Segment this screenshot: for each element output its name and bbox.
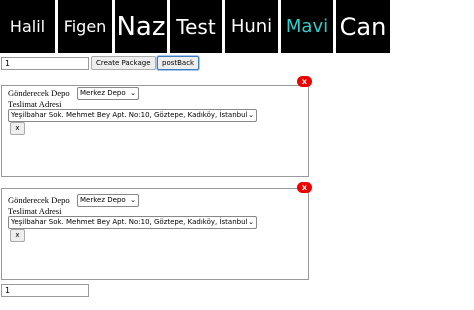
tab-label: Halil: [9, 16, 46, 36]
remove-address-button[interactable]: x: [10, 229, 25, 242]
tab-huni[interactable]: Huni: [225, 0, 278, 53]
tab-label: Figen: [63, 16, 107, 36]
depot-select[interactable]: Merkez Depo ⌄: [77, 194, 139, 207]
postback-button[interactable]: postBack: [157, 56, 200, 70]
footer-input[interactable]: 1: [1, 284, 89, 297]
address-label: Teslimat Adresi: [8, 99, 62, 109]
address-select[interactable]: Yeşilbahar Sok. Mehmet Bey Apt. No:10, G…: [8, 109, 257, 122]
tab-label: Huni: [230, 15, 273, 37]
tab-test[interactable]: Test: [170, 0, 222, 53]
depot-select-value: Merkez Depo: [80, 196, 126, 204]
chevron-down-icon: ⌄: [248, 218, 254, 226]
tab-naz[interactable]: Naz: [115, 0, 167, 53]
tab-label: Naz: [116, 11, 166, 42]
address-select-value: Yeşilbahar Sok. Mehmet Bey Apt. No:10, G…: [11, 111, 248, 119]
address-select[interactable]: Yeşilbahar Sok. Mehmet Bey Apt. No:10, G…: [8, 216, 257, 229]
package-panel: Gönderecek Depo Merkez Depo ⌄ Teslimat A…: [1, 85, 309, 177]
address-label: Teslimat Adresi: [8, 206, 62, 216]
tab-label: Can: [339, 12, 387, 41]
tab-bar: Halil Figen Naz Test Huni Mavi Can: [0, 0, 393, 53]
tab-figen[interactable]: Figen: [58, 0, 112, 53]
depot-label: Gönderecek Depo: [8, 88, 70, 98]
create-package-button[interactable]: Create Package: [91, 56, 156, 70]
depot-select-value: Merkez Depo: [80, 89, 126, 97]
chevron-down-icon: ⌄: [248, 111, 254, 119]
tab-halil[interactable]: Halil: [0, 0, 55, 53]
depot-select[interactable]: Merkez Depo ⌄: [77, 87, 139, 100]
package-count-input[interactable]: 1: [1, 57, 89, 70]
close-package-button[interactable]: x: [297, 182, 312, 193]
tab-label: Test: [176, 14, 216, 39]
tab-can[interactable]: Can: [336, 0, 390, 53]
chevron-down-icon: ⌄: [130, 196, 136, 204]
remove-address-button[interactable]: x: [10, 122, 25, 135]
tab-label: Mavi: [285, 15, 329, 37]
close-package-button[interactable]: x: [297, 76, 312, 87]
address-select-value: Yeşilbahar Sok. Mehmet Bey Apt. No:10, G…: [11, 218, 248, 226]
chevron-down-icon: ⌄: [130, 89, 136, 97]
tab-mavi[interactable]: Mavi: [281, 0, 333, 53]
depot-label: Gönderecek Depo: [8, 195, 70, 205]
package-panel: Gönderecek Depo Merkez Depo ⌄ Teslimat A…: [1, 188, 309, 280]
